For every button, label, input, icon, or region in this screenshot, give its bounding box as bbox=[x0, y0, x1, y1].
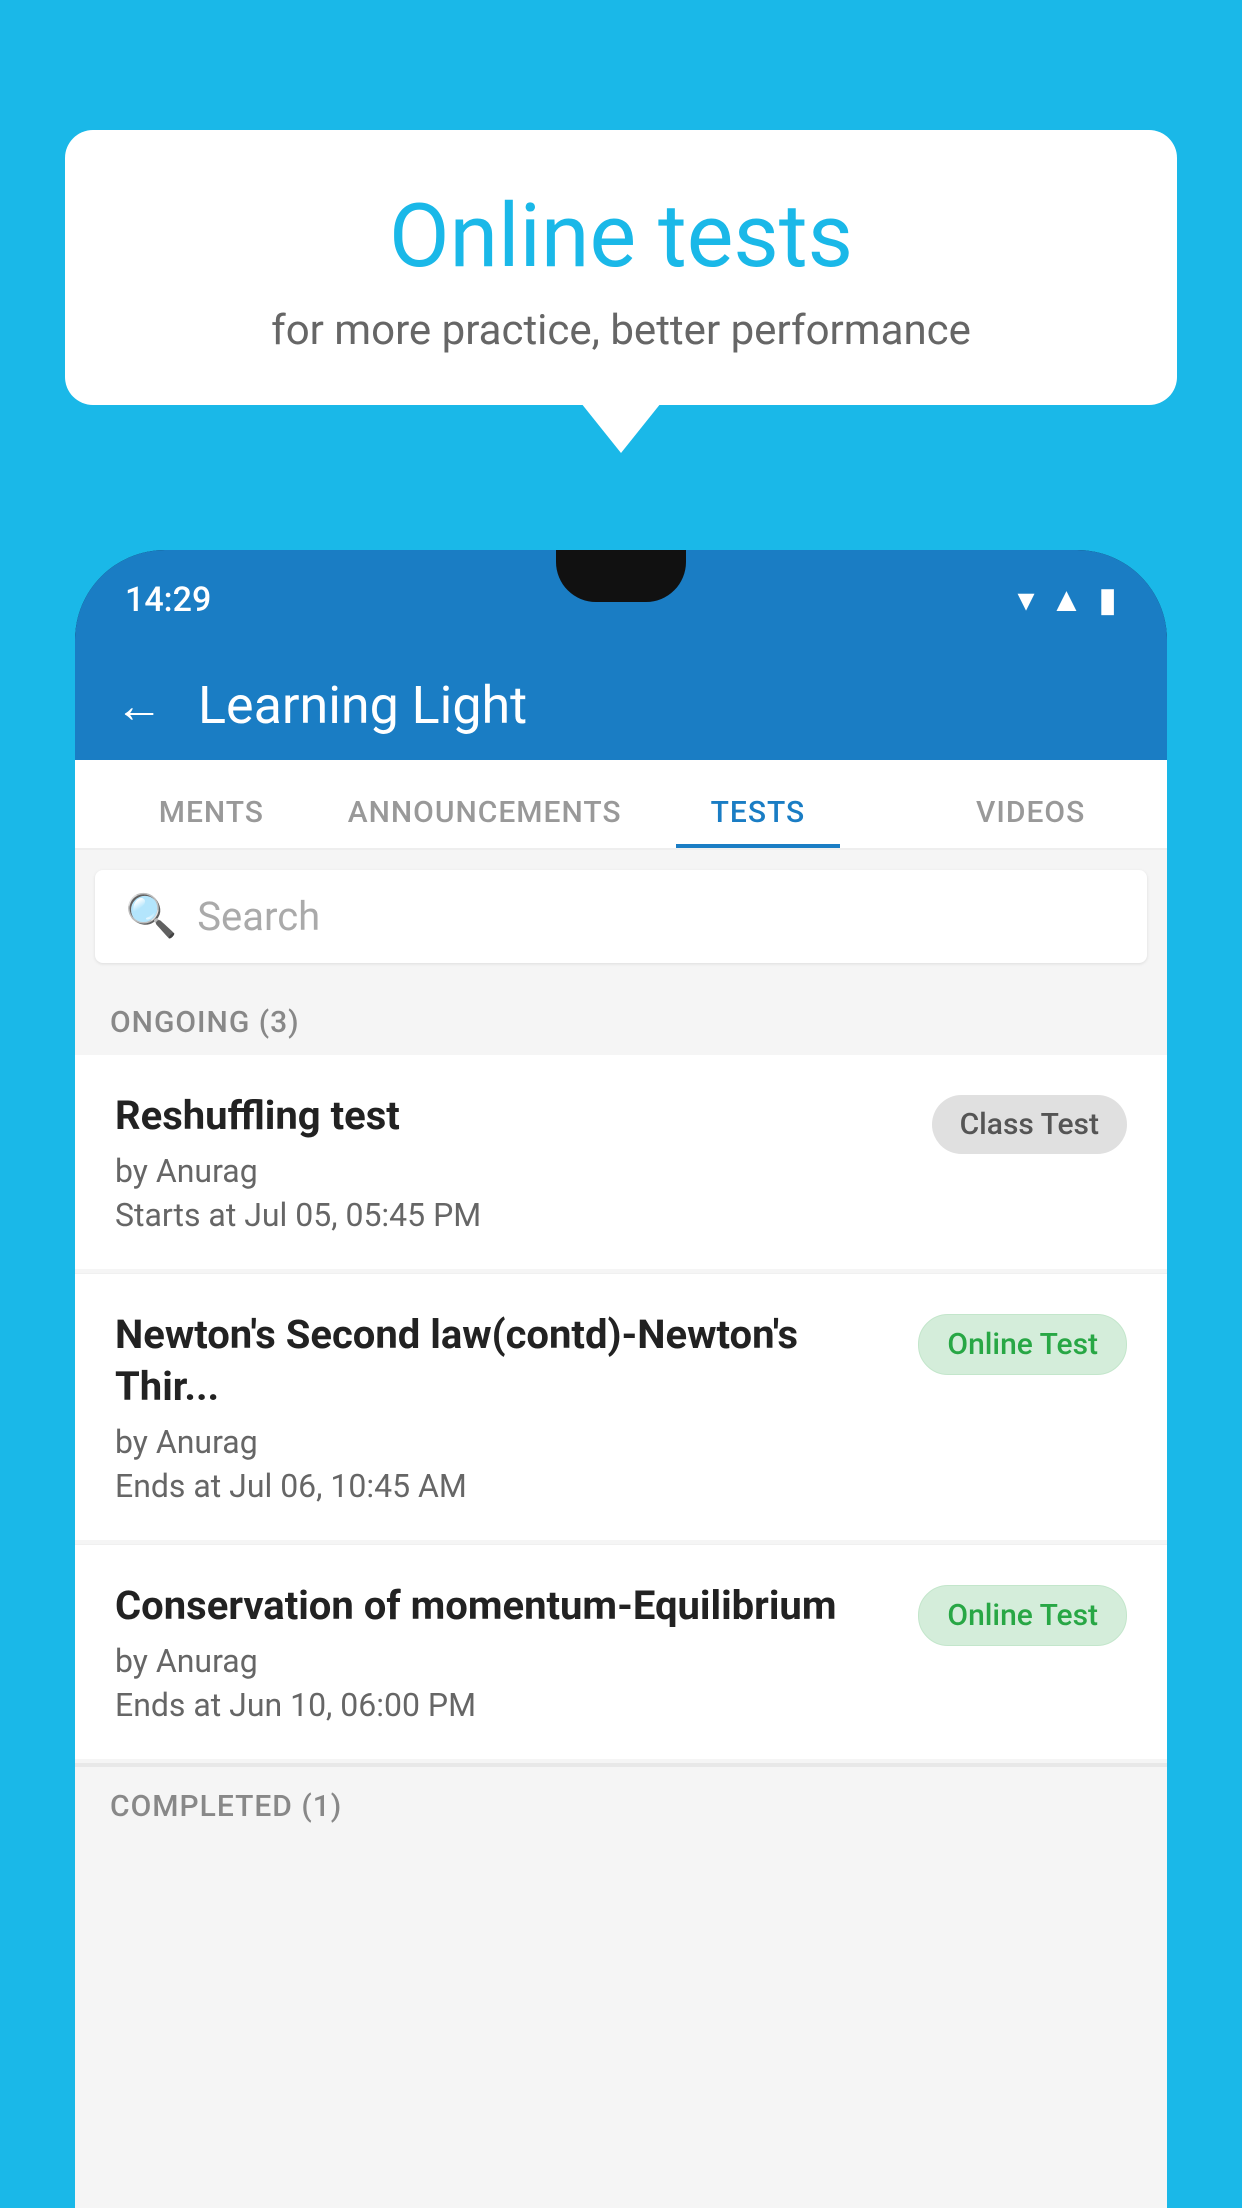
bubble-title: Online tests bbox=[125, 185, 1117, 288]
tab-announcements[interactable]: ANNOUNCEMENTS bbox=[348, 795, 622, 848]
tab-tests[interactable]: TESTS bbox=[622, 795, 895, 848]
test-name-conservation: Conservation of momentum-Equilibrium bbox=[115, 1580, 898, 1632]
test-name-newtons: Newton's Second law(contd)-Newton's Thir… bbox=[115, 1309, 898, 1413]
test-badge-conservation: Online Test bbox=[918, 1585, 1127, 1646]
test-card-reshuffling[interactable]: Reshuffling test by Anurag Starts at Jul… bbox=[75, 1055, 1167, 1269]
test-badge-newtons: Online Test bbox=[918, 1314, 1127, 1375]
speech-bubble: Online tests for more practice, better p… bbox=[65, 130, 1177, 405]
search-input[interactable]: Search bbox=[197, 893, 320, 940]
app-title: Learning Light bbox=[198, 675, 527, 736]
tab-videos[interactable]: VIDEOS bbox=[894, 795, 1167, 848]
ongoing-section-header: ONGOING (3) bbox=[75, 983, 1167, 1055]
test-info-newtons: Newton's Second law(contd)-Newton's Thir… bbox=[115, 1309, 918, 1505]
status-icons: ▾ ▲ ▮ bbox=[1018, 580, 1117, 620]
test-card-conservation[interactable]: Conservation of momentum-Equilibrium by … bbox=[75, 1545, 1167, 1759]
test-info-conservation: Conservation of momentum-Equilibrium by … bbox=[115, 1580, 918, 1724]
phone-frame: 14:29 ▾ ▲ ▮ ← Learning Light MENTS ANNOU… bbox=[75, 550, 1167, 2208]
test-card-newtons[interactable]: Newton's Second law(contd)-Newton's Thir… bbox=[75, 1274, 1167, 1540]
battery-icon: ▮ bbox=[1098, 580, 1117, 620]
tab-bar: MENTS ANNOUNCEMENTS TESTS VIDEOS bbox=[75, 760, 1167, 850]
search-icon: 🔍 bbox=[125, 892, 177, 941]
status-time: 14:29 bbox=[125, 580, 211, 620]
test-date-newtons: Ends at Jul 06, 10:45 AM bbox=[115, 1467, 898, 1505]
test-info-reshuffling: Reshuffling test by Anurag Starts at Jul… bbox=[115, 1090, 932, 1234]
test-author-conservation: by Anurag bbox=[115, 1642, 898, 1680]
test-badge-reshuffling: Class Test bbox=[932, 1095, 1127, 1154]
completed-section-header: COMPLETED (1) bbox=[75, 1763, 1167, 1839]
signal-icon: ▲ bbox=[1050, 580, 1084, 620]
wifi-icon: ▾ bbox=[1018, 580, 1035, 620]
test-date-reshuffling: Starts at Jul 05, 05:45 PM bbox=[115, 1196, 912, 1234]
search-bar[interactable]: 🔍 Search bbox=[95, 870, 1147, 963]
phone-content: 🔍 Search ONGOING (3) Reshuffling test by… bbox=[75, 850, 1167, 2208]
test-name-reshuffling: Reshuffling test bbox=[115, 1090, 912, 1142]
tab-ments[interactable]: MENTS bbox=[75, 795, 348, 848]
back-button[interactable]: ← bbox=[115, 677, 163, 734]
test-author-reshuffling: by Anurag bbox=[115, 1152, 912, 1190]
app-header: ← Learning Light bbox=[75, 650, 1167, 760]
test-date-conservation: Ends at Jun 10, 06:00 PM bbox=[115, 1686, 898, 1724]
notch bbox=[556, 550, 686, 602]
status-bar: 14:29 ▾ ▲ ▮ bbox=[75, 550, 1167, 650]
bubble-subtitle: for more practice, better performance bbox=[125, 306, 1117, 355]
test-author-newtons: by Anurag bbox=[115, 1423, 898, 1461]
